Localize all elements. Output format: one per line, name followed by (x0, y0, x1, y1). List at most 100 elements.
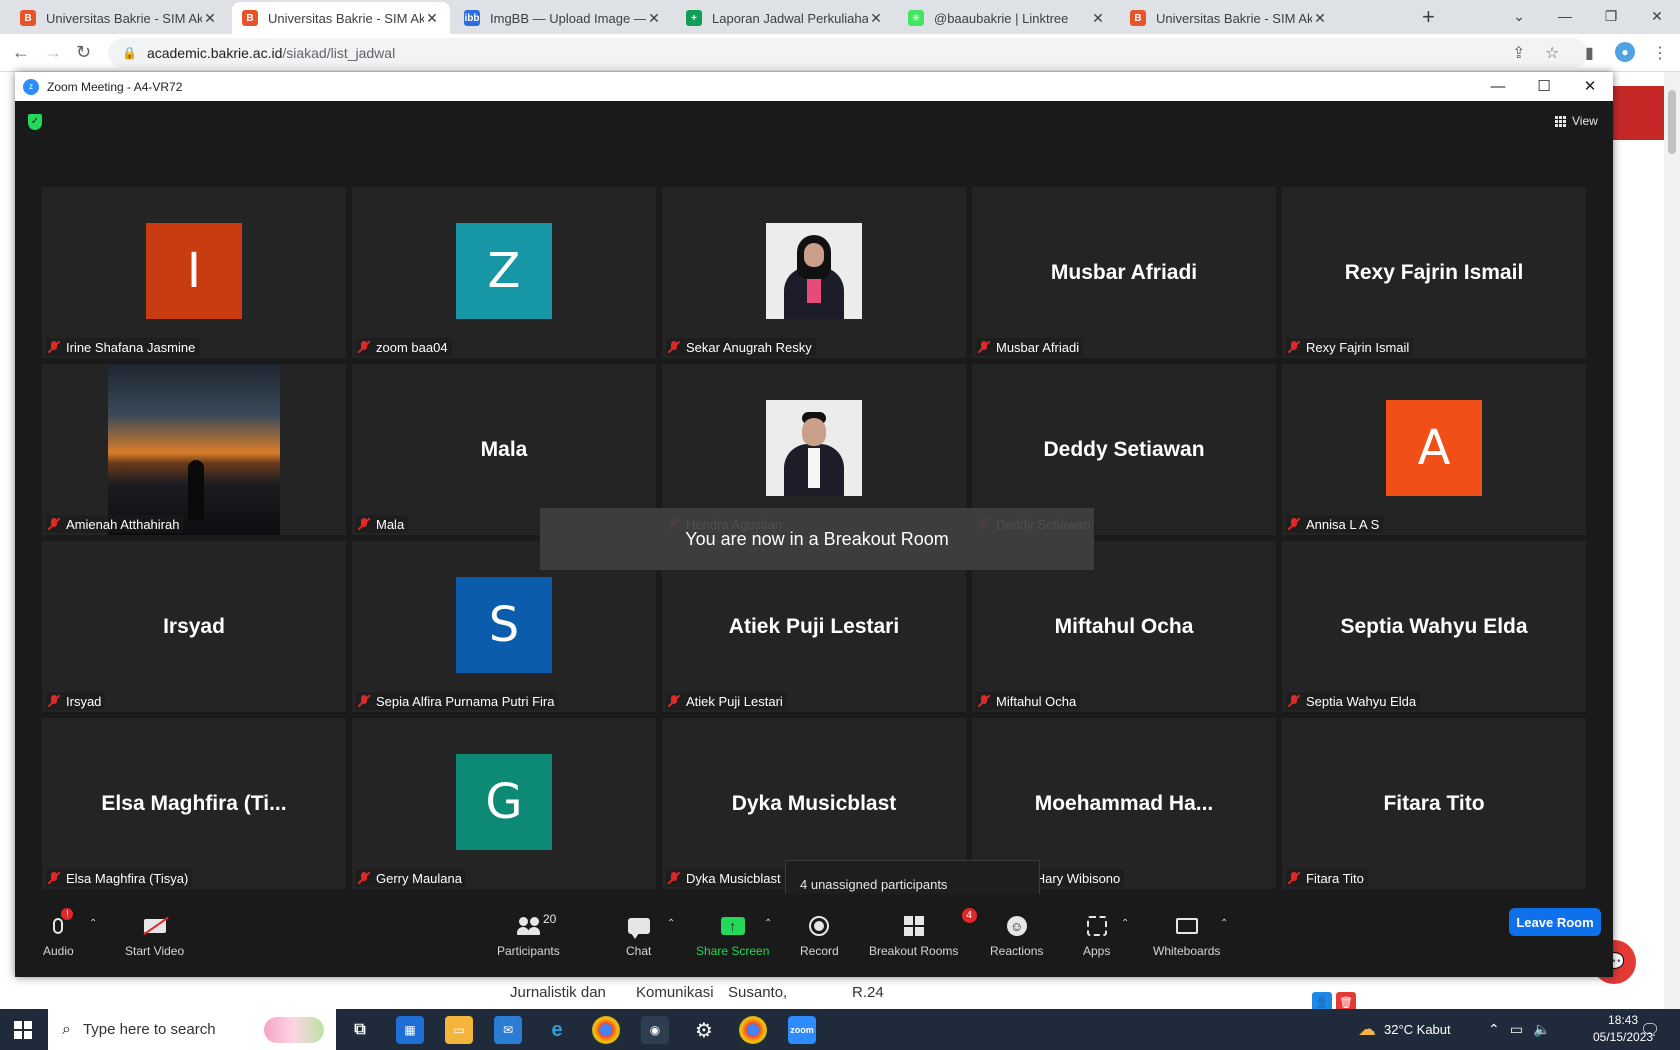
zoom-maximize-icon[interactable]: ☐ (1521, 72, 1567, 101)
participant-tile[interactable]: Septia Wahyu Elda Septia Wahyu Elda (1282, 541, 1586, 712)
leave-room-button[interactable]: Leave Room (1509, 908, 1601, 936)
browser-tab[interactable]: B Universitas Bakrie - SIM Akademik✕ (1120, 2, 1338, 34)
muted-mic-icon (978, 340, 990, 354)
audio-options-chevron-icon[interactable]: ⌃ (89, 918, 97, 929)
participant-name: Gerry Maulana (376, 870, 462, 886)
reactions-button[interactable]: ☺ Reactions (990, 912, 1043, 958)
notification-center-icon[interactable]: 🗨 (1640, 1009, 1660, 1050)
tab-favicon-icon: B (242, 10, 258, 26)
zoom-close-icon[interactable]: ✕ (1567, 72, 1613, 101)
tab-close-icon[interactable]: ✕ (1090, 10, 1106, 27)
side-panel-icon[interactable]: ▮ (1585, 43, 1594, 63)
tab-favicon-icon: ✳ (908, 10, 924, 26)
menu-kebab-icon[interactable]: ⋮ (1652, 43, 1668, 63)
tab-close-icon[interactable]: ✕ (424, 10, 440, 27)
tab-close-icon[interactable]: ✕ (202, 10, 218, 27)
breakout-rooms-button[interactable]: 4 Breakout Rooms (869, 908, 977, 958)
zoom-minimize-icon[interactable]: — (1475, 72, 1521, 101)
weather-widget[interactable]: ☁ 32°C Kabut (1358, 1009, 1451, 1050)
zoom-logo-icon: z (23, 78, 39, 95)
grid-view-icon (1555, 115, 1566, 127)
tab-search-icon[interactable]: ⌄ (1496, 0, 1542, 34)
participant-name-label: Gerry Maulana (356, 869, 466, 887)
close-window-icon[interactable]: ✕ (1634, 0, 1680, 34)
search-highlight-icon (264, 1017, 324, 1043)
participant-name: Miftahul Ocha (996, 693, 1077, 709)
participant-tile[interactable]: I Irine Shafana Jasmine (42, 187, 346, 358)
audio-button[interactable]: ! Audio (43, 908, 74, 958)
browser-tab-bar: BUniversitas Bakrie - SIM Akademik✕BUniv… (0, 0, 1680, 34)
participant-profile-photo (766, 400, 862, 496)
apps-options-chevron-icon[interactable]: ⌃ (1121, 918, 1129, 929)
address-bar[interactable]: 🔒 academic.bakrie.ac.id/siakad/list_jadw… (108, 38, 1588, 68)
volume-icon[interactable]: 🔈 (1533, 1021, 1550, 1038)
security-shield-icon[interactable]: ✓ (28, 114, 42, 130)
participant-tile[interactable]: Fitara Tito Fitara Tito (1282, 718, 1586, 889)
chrome-icon[interactable] (592, 1016, 620, 1044)
participant-name-label: Miftahul Ocha (976, 692, 1081, 710)
mail-icon[interactable]: ✉ (494, 1016, 522, 1044)
minimize-icon[interactable]: — (1542, 0, 1588, 34)
page-scrollbar-thumb[interactable] (1668, 90, 1676, 154)
share-icon[interactable]: ⇪ (1512, 43, 1525, 63)
browser-tab[interactable]: B Universitas Bakrie - SIM Akademik✕ (232, 2, 450, 34)
tab-title: Universitas Bakrie - SIM Akademik (46, 10, 202, 26)
whiteboards-button[interactable]: Whiteboards (1153, 912, 1220, 958)
participant-tile[interactable]: Sekar Anugrah Resky (662, 187, 966, 358)
participant-name: Amienah Atthahirah (66, 516, 180, 532)
chrome-active-icon[interactable] (739, 1016, 767, 1044)
new-tab-button[interactable]: + (1422, 4, 1435, 30)
edge-legacy-icon[interactable]: e (543, 1016, 571, 1044)
participant-name: Annisa L A S (1306, 516, 1380, 532)
taskbar-search-box[interactable]: ⌕ Type here to search (48, 1009, 336, 1050)
tray-expand-chevron-icon[interactable]: ⌃ (1488, 1021, 1500, 1038)
windows-start-icon[interactable] (14, 1021, 32, 1039)
record-button[interactable]: Record (800, 912, 839, 958)
tab-close-icon[interactable]: ✕ (646, 10, 662, 27)
forward-icon[interactable]: → (44, 42, 62, 63)
apps-button[interactable]: Apps (1083, 912, 1110, 958)
view-button[interactable]: View (1555, 114, 1598, 128)
participant-tile[interactable]: Zzoom baa04 (352, 187, 656, 358)
microsoft-store-icon[interactable]: ▦ (396, 1016, 424, 1044)
settings-gear-icon[interactable]: ⚙ (690, 1016, 718, 1044)
browser-tab[interactable]: B Universitas Bakrie - SIM Akademik✕ (10, 2, 228, 34)
participant-tile[interactable]: Irsyad Irsyad (42, 541, 346, 712)
participant-tile[interactable]: Rexy Fajrin Ismail Rexy Fajrin Ismail (1282, 187, 1586, 358)
participant-display-name: Fitara Tito (1383, 791, 1485, 815)
share-screen-button[interactable]: ↑ Share Screen (696, 912, 769, 958)
participant-tile[interactable]: Amienah Atthahirah (42, 364, 346, 535)
bookmark-star-icon[interactable]: ☆ (1545, 43, 1559, 63)
profile-avatar-icon[interactable]: ● (1615, 42, 1635, 62)
network-icon[interactable]: ▭ (1510, 1021, 1523, 1038)
participant-tile[interactable]: Elsa Maghfira (Ti... Elsa Maghfira (Tisya… (42, 718, 346, 889)
reload-icon[interactable]: ↻ (76, 42, 91, 63)
tab-title: Universitas Bakrie - SIM Akademik (268, 10, 424, 26)
chat-button[interactable]: Chat (626, 912, 651, 958)
tab-close-icon[interactable]: ✕ (1312, 10, 1328, 27)
share-options-chevron-icon[interactable]: ⌃ (764, 918, 772, 929)
muted-mic-icon (358, 694, 370, 708)
whiteboards-label: Whiteboards (1153, 944, 1221, 958)
participant-tile[interactable]: Musbar Afriadi Musbar Afriadi (972, 187, 1276, 358)
file-explorer-icon[interactable]: ▭ (445, 1016, 473, 1044)
camera-app-icon[interactable]: ◉ (641, 1016, 669, 1044)
restore-icon[interactable]: ❐ (1588, 0, 1634, 34)
browser-tab[interactable]: + Laporan Jadwal Perkuliahan 2022✕ (676, 2, 894, 34)
video-off-icon (143, 919, 166, 933)
task-view-icon[interactable]: ⧉ (346, 1016, 374, 1044)
tab-close-icon[interactable]: ✕ (868, 10, 884, 27)
participant-tile[interactable]: G Gerry Maulana (352, 718, 656, 889)
browser-tab[interactable]: ibb ImgBB — Upload Image — Free✕ (454, 2, 672, 34)
browser-toolbar: ← → ↻ 🔒 academic.bakrie.ac.id/siakad/lis… (0, 34, 1680, 72)
page-scrollbar[interactable] (1664, 72, 1680, 1009)
zoom-taskbar-icon[interactable]: zoom (788, 1016, 816, 1044)
participant-tile[interactable]: A Annisa L A S (1282, 364, 1586, 535)
participant-name: Septia Wahyu Elda (1306, 693, 1417, 709)
whiteboards-options-chevron-icon[interactable]: ⌃ (1220, 918, 1228, 929)
search-icon: ⌕ (62, 1020, 71, 1038)
start-video-button[interactable]: Start Video (125, 912, 184, 958)
chat-options-chevron-icon[interactable]: ⌃ (667, 918, 675, 929)
back-icon[interactable]: ← (12, 42, 30, 63)
browser-tab[interactable]: ✳ @baaubakrie | Linktree ✕ (898, 2, 1116, 34)
